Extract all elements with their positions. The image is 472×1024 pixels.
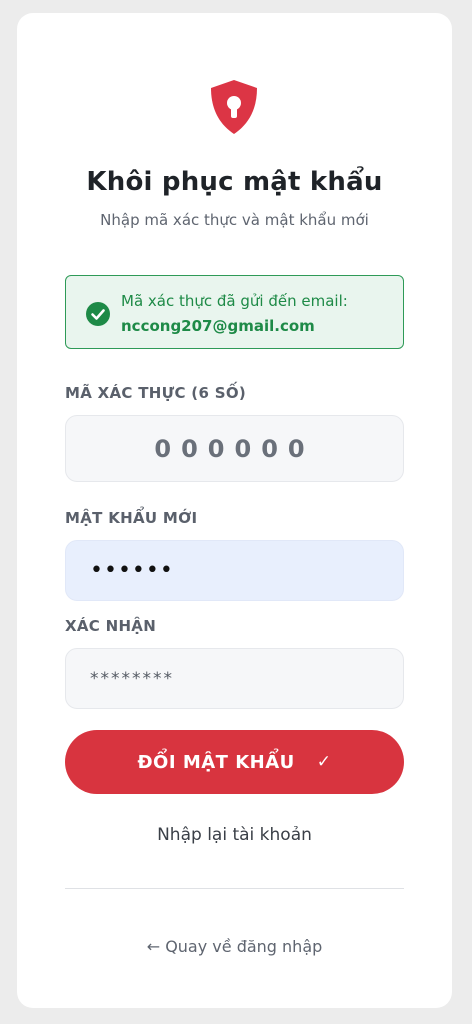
back-to-login-link[interactable]: ← Quay về đăng nhập bbox=[17, 937, 452, 956]
check-circle-icon bbox=[86, 302, 110, 326]
reset-password-card: Khôi phục mật khẩu Nhập mã xác thực và m… bbox=[17, 13, 452, 1008]
alert-email: nccong207@gmail.com bbox=[121, 317, 315, 335]
page-subtitle: Nhập mã xác thực và mật khẩu mới bbox=[100, 211, 369, 229]
confirm-password-label: XÁC NHẬN bbox=[65, 617, 157, 635]
confirm-password-input[interactable] bbox=[65, 648, 404, 709]
alert-message: Mã xác thực đã gửi đến email: bbox=[121, 292, 348, 310]
reenter-account-link[interactable]: Nhập lại tài khoản bbox=[17, 825, 452, 845]
otp-input[interactable] bbox=[65, 415, 404, 482]
change-password-button[interactable]: ĐỔI MẬT KHẨU ✓ bbox=[65, 730, 404, 794]
new-password-label: MẬT KHẨU MỚI bbox=[65, 509, 198, 527]
divider bbox=[65, 888, 404, 889]
shield-keyhole-icon bbox=[211, 80, 257, 134]
success-alert: Mã xác thực đã gửi đến email: nccong207@… bbox=[65, 275, 404, 349]
new-password-input[interactable] bbox=[65, 540, 404, 601]
change-password-label: ĐỔI MẬT KHẨU bbox=[137, 751, 295, 773]
otp-label: MÃ XÁC THỰC (6 SỐ) bbox=[65, 384, 247, 402]
check-icon: ✓ bbox=[316, 752, 332, 772]
page-title: Khôi phục mật khẩu bbox=[86, 167, 383, 197]
